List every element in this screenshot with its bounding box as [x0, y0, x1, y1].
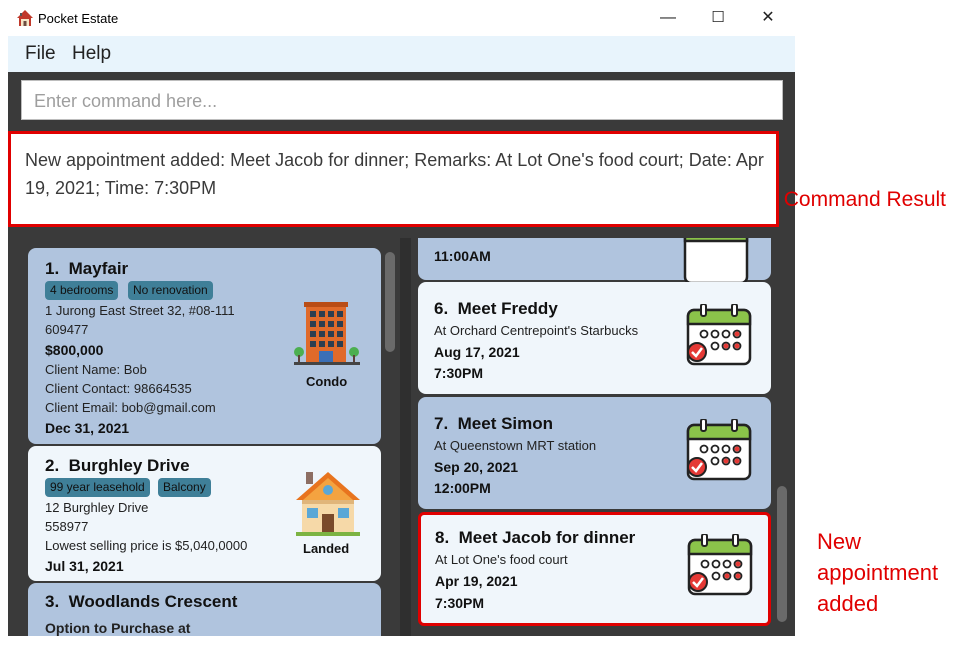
close-button[interactable]: ✕ [745, 4, 791, 32]
appointment-card-new[interactable]: 8. Meet Jacob for dinner At Lot One's fo… [418, 512, 771, 626]
appointment-time: 11:00AM [434, 248, 491, 264]
property-tag: Balcony [158, 478, 211, 497]
house-app-icon [17, 10, 33, 26]
appointment-card[interactable]: 11:00AM [418, 238, 771, 285]
appointment-date: Sep 20, 2021 [434, 459, 519, 475]
condo-building-icon [294, 302, 360, 365]
menu-file[interactable]: File [25, 43, 56, 65]
property-list[interactable]: 1. Mayfair 4 bedrooms No renovation 1 Ju… [16, 238, 400, 636]
client-name: Client Name: Bob [45, 362, 147, 377]
appointment-time: 7:30PM [434, 365, 484, 381]
command-input[interactable]: Enter command here... [21, 80, 783, 120]
menu-help[interactable]: Help [72, 43, 111, 65]
annotation-line: added [817, 591, 879, 616]
property-address: 1 Jurong East Street 32, #08-111 [45, 303, 235, 318]
appointment-remark: At Orchard Centrepoint's Starbucks [434, 323, 639, 338]
property-name: 1. Mayfair [45, 259, 129, 278]
appointment-remark: At Queenstown MRT station [434, 438, 597, 453]
property-deadline: Dec 31, 2021 [45, 420, 130, 436]
command-result-box: New appointment added: Meet Jacob for di… [8, 131, 779, 227]
property-deadline: Jul 31, 2021 [45, 558, 124, 574]
appointment-card[interactable]: 6. Meet Freddy At Orchard Centrepoint's … [418, 282, 771, 394]
appointment-name: 8. Meet Jacob for dinner [435, 528, 636, 547]
new-appointment-annotation: New appointment added [817, 526, 938, 619]
panel-divider [400, 238, 411, 636]
property-list-scrollbar[interactable] [385, 252, 395, 352]
property-name: 2. Burghley Drive [45, 456, 190, 475]
calendar-icon [686, 304, 752, 366]
window-title: Pocket Estate [38, 11, 119, 26]
command-result-text: New appointment added: Meet Jacob for di… [25, 150, 764, 198]
property-card[interactable]: 1. Mayfair 4 bedrooms No renovation 1 Ju… [28, 248, 381, 444]
command-placeholder: Enter command here... [34, 91, 218, 111]
appointment-name: 7. Meet Simon [434, 414, 554, 433]
appointment-time: 7:30PM [435, 595, 485, 611]
appointment-date: Aug 17, 2021 [434, 344, 520, 360]
command-box: Enter command here... [8, 72, 795, 128]
appointment-name: 6. Meet Freddy [434, 299, 558, 318]
appointment-time: 12:00PM [434, 480, 491, 496]
page: { "window": { "title": "Pocket Estate", … [0, 0, 962, 645]
appointment-list[interactable]: 11:00AM 6. Meet Freddy At Orchard Centre… [411, 238, 793, 636]
appointment-date: Apr 19, 2021 [435, 573, 518, 589]
property-tag: No renovation [128, 281, 213, 300]
property-address: 12 Burghley Drive [45, 500, 149, 515]
calendar-icon [687, 534, 753, 596]
appointment-card[interactable]: 7. Meet Simon At Queenstown MRT station … [418, 397, 771, 509]
menu-bar: File Help [8, 36, 795, 72]
property-name: 3. Woodlands Crescent [45, 592, 238, 611]
client-email: Client Email: bob@gmail.com [45, 400, 216, 415]
property-type-label: Landed [303, 541, 350, 556]
property-tag: 99 year leasehold [45, 478, 150, 497]
property-tag: 4 bedrooms [45, 281, 119, 300]
client-contact: Client Contact: 98664535 [45, 381, 192, 396]
minimize-button[interactable]: — [645, 4, 691, 32]
appointment-list-scrollbar[interactable] [777, 486, 787, 622]
property-remark: Lowest selling price is $5,040,0000 [45, 538, 248, 553]
landed-house-icon [296, 472, 360, 536]
property-card[interactable]: 3. Woodlands Crescent Option to Purchase… [28, 583, 381, 636]
title-bar: Pocket Estate — ☐ ✕ [8, 0, 795, 36]
app-window: Pocket Estate — ☐ ✕ File Help Enter comm… [8, 0, 795, 636]
property-card[interactable]: 2. Burghley Drive 99 year leasehold Balc… [28, 446, 381, 581]
appointment-remark: At Lot One's food court [435, 552, 568, 567]
property-postal: 609477 [45, 322, 89, 337]
maximize-button[interactable]: ☐ [695, 4, 741, 32]
property-price: $800,000 [45, 342, 104, 358]
property-postal: 558977 [45, 519, 89, 534]
annotation-line: appointment [817, 560, 939, 585]
calendar-icon [686, 419, 752, 481]
property-type-label: Condo [306, 374, 348, 389]
annotation-line: New [817, 529, 862, 554]
property-remark: Option to Purchase at [45, 620, 191, 636]
calendar-icon [683, 238, 749, 285]
command-result-annotation: Command Result [783, 188, 946, 211]
